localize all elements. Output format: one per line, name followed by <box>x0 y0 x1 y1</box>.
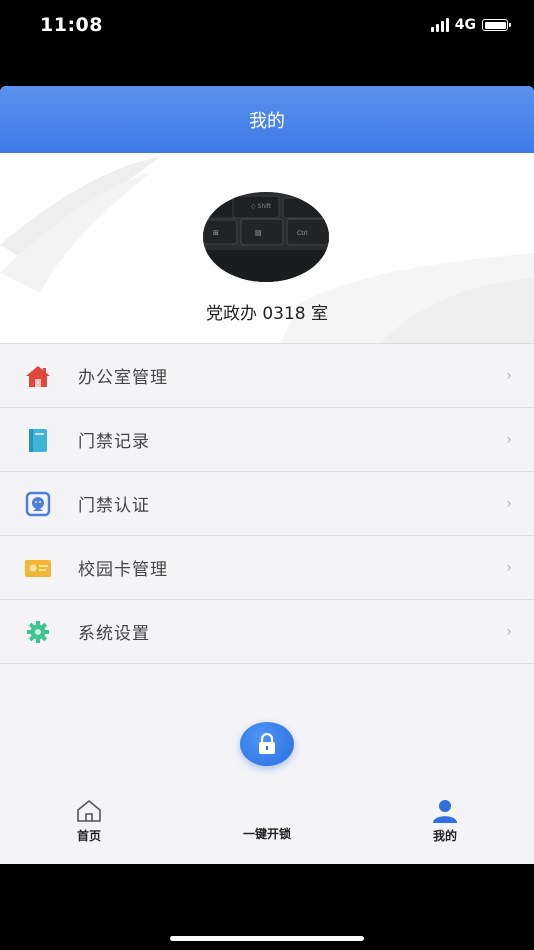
menu-item-label: 门禁记录 <box>78 432 150 452</box>
svg-text:⊞: ⊞ <box>213 229 219 237</box>
id-card-icon <box>25 560 51 577</box>
menu-item-label: 门禁认证 <box>78 496 150 516</box>
app-screen: 我的 ◇ Shift ⊞ ▤ Ctrl 党政办 0318 室 办公室管理 › 门… <box>0 86 534 864</box>
tab-unlock-label: 一键开锁 <box>242 827 291 841</box>
menu-item-access-records[interactable]: 门禁记录 › <box>0 408 534 472</box>
tab-mine[interactable]: 我的 <box>400 794 490 864</box>
menu-item-campus-card-management[interactable]: 校园卡管理 › <box>0 536 534 600</box>
status-indicators: 4G <box>430 17 511 33</box>
home-indicator <box>170 936 364 941</box>
svg-text:▤: ▤ <box>255 229 262 237</box>
menu-item-office-management[interactable]: 办公室管理 › <box>0 343 534 408</box>
face-id-icon <box>25 491 51 517</box>
tab-home[interactable]: 首页 <box>44 794 134 864</box>
unlock-button[interactable] <box>240 722 294 766</box>
profile-header: ◇ Shift ⊞ ▤ Ctrl 党政办 0318 室 <box>0 153 534 343</box>
battery-icon <box>482 19 511 31</box>
signal-icon <box>430 18 449 32</box>
network-type: 4G <box>454 17 476 33</box>
tab-mine-label: 我的 <box>432 829 457 843</box>
page-title: 我的 <box>249 110 285 132</box>
tab-one-key-unlock[interactable]: 一键开锁 <box>222 794 312 864</box>
home-icon <box>77 800 101 822</box>
tab-bar: 首页 一键开锁 我的 <box>0 722 534 864</box>
menu-item-label: 办公室管理 <box>78 368 168 388</box>
menu-item-access-authentication[interactable]: 门禁认证 › <box>0 472 534 536</box>
book-icon <box>29 429 47 452</box>
user-icon <box>433 800 457 823</box>
house-icon <box>26 366 50 387</box>
svg-text:◇ Shift: ◇ Shift <box>251 203 272 210</box>
gear-icon <box>27 621 49 643</box>
menu-item-label: 系统设置 <box>78 624 150 644</box>
avatar[interactable]: ◇ Shift ⊞ ▤ Ctrl <box>203 192 329 282</box>
nav-bar: 我的 <box>0 86 534 153</box>
menu-item-system-settings[interactable]: 系统设置 › <box>0 600 534 664</box>
tab-home-label: 首页 <box>76 829 101 843</box>
svg-text:Ctrl: Ctrl <box>297 230 308 237</box>
avatar-photo: ◇ Shift ⊞ ▤ Ctrl <box>203 192 329 282</box>
menu-item-label: 校园卡管理 <box>78 560 168 580</box>
menu-list: 办公室管理 › 门禁记录 › 门禁认证 › 校园卡管理 › 系统设置 › <box>0 343 534 664</box>
chevron-right-icon: › <box>506 623 512 640</box>
chevron-right-icon: › <box>506 559 512 576</box>
lock-icon <box>259 733 275 754</box>
chevron-right-icon: › <box>506 431 512 448</box>
status-time: 11:08 <box>40 14 103 36</box>
status-bar: 11:08 4G <box>0 0 534 52</box>
chevron-right-icon: › <box>506 495 512 512</box>
chevron-right-icon: › <box>506 367 512 384</box>
profile-name: 党政办 0318 室 <box>205 304 329 324</box>
